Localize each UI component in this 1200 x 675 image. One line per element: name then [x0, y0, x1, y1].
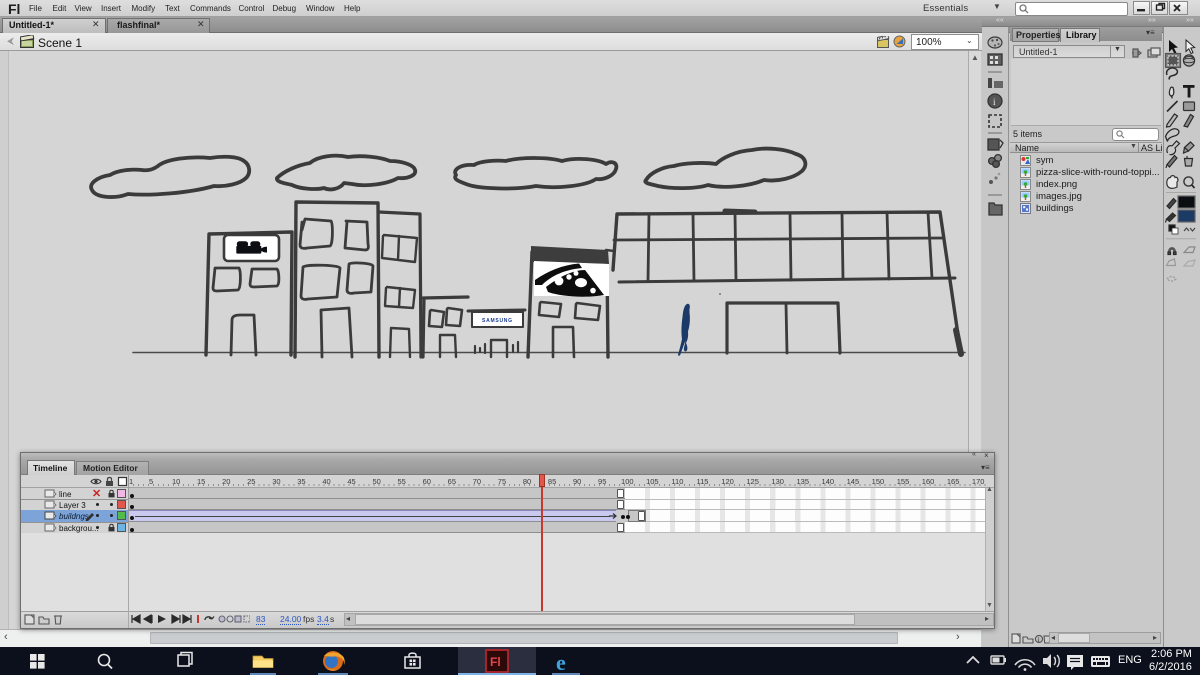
svg-text:i: i [1038, 636, 1040, 644]
svg-text:e: e [556, 650, 566, 675]
svg-text:SAMSUNG: SAMSUNG [482, 318, 513, 324]
svg-text:Fl: Fl [490, 655, 501, 669]
